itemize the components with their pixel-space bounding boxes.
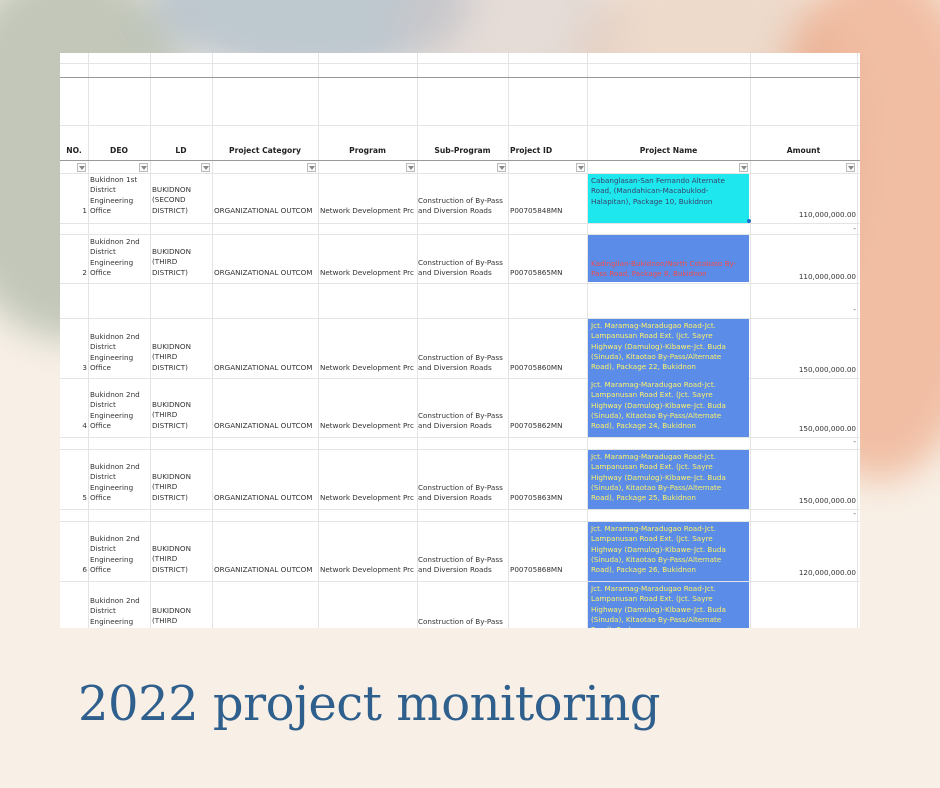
header-project-category[interactable]: Project Category bbox=[212, 143, 318, 158]
cell-no[interactable]: 6 bbox=[60, 565, 87, 575]
cell-subprogram[interactable]: Construction of By-Pass bbox=[418, 617, 503, 627]
filter-dropdown-icon[interactable] bbox=[139, 163, 148, 172]
cell-no[interactable]: 2 bbox=[60, 268, 87, 278]
cell-category[interactable]: ORGANIZATIONAL OUTCOM bbox=[214, 268, 312, 278]
cell-deo[interactable]: Bukidnon 2nd District Engineering bbox=[90, 596, 140, 627]
cell-ld[interactable]: BUKIDNON (THIRD DISTRICT) bbox=[152, 472, 191, 503]
cell-program[interactable]: Network Development Prc bbox=[320, 565, 414, 575]
cell-project-name[interactable]: Kadingilan-Bukidnon/North Cotabato By-Pa… bbox=[588, 235, 749, 282]
header-deo[interactable]: DEO bbox=[88, 143, 150, 158]
cell-amount[interactable]: 110,000,000.00 bbox=[751, 210, 856, 220]
cell-project-id[interactable]: P00705865MN bbox=[510, 268, 563, 278]
header-program[interactable]: Program bbox=[318, 143, 417, 158]
cell-subprogram[interactable]: Construction of By-Pass and Diversion Ro… bbox=[418, 555, 503, 576]
cell-project-name[interactable]: Jct. Maramag-Maradugao Road-Jct. Lampanu… bbox=[588, 450, 749, 509]
cell-project-name[interactable]: Jct. Maramag-Maradugao Road-Jct. Lampanu… bbox=[588, 522, 749, 581]
cell-program[interactable]: Network Development Prc bbox=[320, 206, 414, 216]
cell-ld[interactable]: BUKIDNON (THIRD bbox=[152, 606, 191, 627]
filter-dropdown-icon[interactable] bbox=[576, 163, 585, 172]
cell-amount[interactable]: 150,000,000.00 bbox=[751, 365, 856, 375]
spreadsheet-screenshot: NO. DEO LD Project Category Program Sub-… bbox=[60, 53, 860, 628]
cell-deo[interactable]: Bukidnon 2nd District Engineering Office bbox=[90, 390, 140, 431]
cell-project-name[interactable]: Jct. Maramag-Maradugao Road-Jct. Lampanu… bbox=[588, 582, 749, 628]
cell-amount[interactable]: 110,000,000.00 bbox=[751, 272, 856, 282]
cell-project-id[interactable]: P00705860MN bbox=[510, 363, 563, 373]
grid-line bbox=[60, 77, 860, 78]
cell-ld[interactable]: BUKIDNON (THIRD DISTRICT) bbox=[152, 342, 191, 373]
cell-project-name-selected[interactable]: Cabanglasan-San Fernando Alternate Road,… bbox=[588, 174, 749, 223]
grid-line bbox=[212, 53, 213, 628]
cell-subprogram[interactable]: Construction of By-Pass and Diversion Ro… bbox=[418, 353, 503, 374]
cell-ld[interactable]: BUKIDNON (THIRD DISTRICT) bbox=[152, 247, 191, 278]
page-title: 2022 project monitoring bbox=[78, 676, 661, 732]
grid-line bbox=[60, 125, 860, 126]
grid-line bbox=[318, 53, 319, 628]
cell-category[interactable]: ORGANIZATIONAL OUTCOM bbox=[214, 421, 312, 431]
cell-program[interactable]: Network Development Prc bbox=[320, 421, 414, 431]
grid-line bbox=[857, 53, 858, 628]
cell-project-name[interactable]: Jct. Maramag-Maradugao Road-Jct. Lampanu… bbox=[588, 378, 749, 437]
cell-amount[interactable]: 150,000,000.00 bbox=[751, 496, 856, 506]
cell-amount[interactable]: 120,000,000.00 bbox=[751, 568, 856, 578]
cell-deo[interactable]: Bukidnon 2nd District Engineering Office bbox=[90, 237, 140, 278]
header-project-name[interactable]: Project Name bbox=[587, 143, 750, 158]
cell-subprogram[interactable]: Construction of By-Pass and Diversion Ro… bbox=[418, 483, 503, 504]
grid-line bbox=[60, 63, 860, 64]
filter-dropdown-icon[interactable] bbox=[739, 163, 748, 172]
grid-line bbox=[60, 437, 860, 438]
cell-no[interactable]: 4 bbox=[60, 421, 87, 431]
header-project-id[interactable]: Project ID bbox=[508, 143, 589, 158]
grid-line bbox=[150, 53, 151, 628]
separator-dash: - bbox=[853, 224, 856, 233]
cell-program[interactable]: Network Development Prc bbox=[320, 363, 414, 373]
grid-line bbox=[750, 53, 751, 628]
grid-line bbox=[417, 53, 418, 628]
separator-dash: - bbox=[853, 305, 856, 314]
cell-deo[interactable]: Bukidnon 1st District Engineering Office bbox=[90, 175, 137, 216]
cell-category[interactable]: ORGANIZATIONAL OUTCOM bbox=[214, 363, 312, 373]
cell-deo[interactable]: Bukidnon 2nd District Engineering Office bbox=[90, 332, 140, 373]
cell-ld[interactable]: BUKIDNON (THIRD DISTRICT) bbox=[152, 400, 191, 431]
cell-deo[interactable]: Bukidnon 2nd District Engineering Office bbox=[90, 534, 140, 575]
cell-amount[interactable]: 150,000,000.00 bbox=[751, 424, 856, 434]
cell-category[interactable]: ORGANIZATIONAL OUTCOM bbox=[214, 206, 312, 216]
header-ld[interactable]: LD bbox=[150, 143, 212, 158]
cell-project-id[interactable]: P00705863MN bbox=[510, 493, 563, 503]
header-sub-program[interactable]: Sub-Program bbox=[417, 143, 508, 158]
grid-line bbox=[60, 223, 860, 224]
header-amount[interactable]: Amount bbox=[750, 143, 857, 158]
cell-no[interactable]: 3 bbox=[60, 363, 87, 373]
grid-line bbox=[508, 53, 509, 628]
cell-no[interactable]: 5 bbox=[60, 493, 87, 503]
filter-dropdown-icon[interactable] bbox=[497, 163, 506, 172]
cell-program[interactable]: Network Development Prc bbox=[320, 268, 414, 278]
cell-deo[interactable]: Bukidnon 2nd District Engineering Office bbox=[90, 462, 140, 503]
cell-ld[interactable]: BUKIDNON (SECOND DISTRICT) bbox=[152, 185, 191, 216]
filter-dropdown-icon[interactable] bbox=[77, 163, 86, 172]
grid-line bbox=[60, 283, 860, 284]
cell-category[interactable]: ORGANIZATIONAL OUTCOM bbox=[214, 493, 312, 503]
grid-line bbox=[60, 160, 860, 161]
cell-project-id[interactable]: P00705868MN bbox=[510, 565, 563, 575]
cell-program[interactable]: Network Development Prc bbox=[320, 493, 414, 503]
cell-ld[interactable]: BUKIDNON (THIRD DISTRICT) bbox=[152, 544, 191, 575]
header-no[interactable]: NO. bbox=[60, 143, 88, 158]
cell-project-id[interactable]: P00705848MN bbox=[510, 206, 563, 216]
cell-project-id[interactable]: P00705862MN bbox=[510, 421, 563, 431]
filter-dropdown-icon[interactable] bbox=[201, 163, 210, 172]
cell-category[interactable]: ORGANIZATIONAL OUTCOM bbox=[214, 565, 312, 575]
cell-project-name[interactable]: Jct. Maramag-Maradugao Road-Jct. Lampanu… bbox=[588, 319, 749, 378]
grid-line bbox=[88, 53, 89, 628]
filter-dropdown-icon[interactable] bbox=[307, 163, 316, 172]
filter-dropdown-icon[interactable] bbox=[846, 163, 855, 172]
separator-dash: - bbox=[853, 509, 856, 518]
cell-subprogram[interactable]: Construction of By-Pass and Diversion Ro… bbox=[418, 196, 503, 217]
filter-dropdown-icon[interactable] bbox=[406, 163, 415, 172]
cell-no[interactable]: 1 bbox=[60, 206, 87, 216]
separator-dash: - bbox=[853, 437, 856, 446]
cell-subprogram[interactable]: Construction of By-Pass and Diversion Ro… bbox=[418, 411, 503, 432]
cell-subprogram[interactable]: Construction of By-Pass and Diversion Ro… bbox=[418, 258, 503, 279]
grid-line bbox=[60, 509, 860, 510]
